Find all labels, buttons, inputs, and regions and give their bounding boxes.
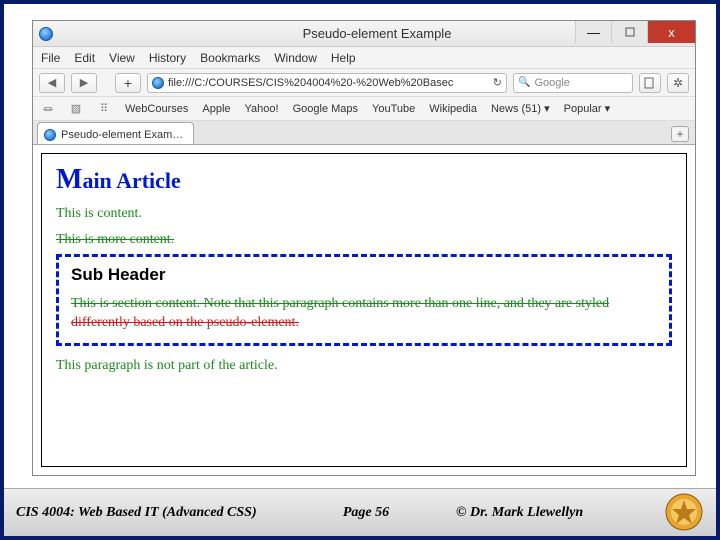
sub-heading: Sub Header <box>71 265 657 285</box>
page-viewport: Main Article This is content. This is mo… <box>33 145 695 475</box>
reader-icon[interactable]: ▧ <box>69 102 83 115</box>
paragraph-2: This is more content. <box>56 232 672 248</box>
bookmark-popular[interactable]: Popular ▾ <box>564 102 611 115</box>
heading-rest: ain Article <box>82 168 180 193</box>
url-bar[interactable]: file:///C:/COURSES/CIS%204004%20-%20Web%… <box>147 73 507 93</box>
url-text: file:///C:/COURSES/CIS%204004%20-%20Web%… <box>168 77 489 89</box>
menu-view[interactable]: View <box>109 51 135 65</box>
page-icon <box>644 77 656 89</box>
back-button[interactable] <box>39 73 65 93</box>
slide-frame: Pseudo-element Example — x File Edit Vie… <box>0 0 720 540</box>
slide-footer: CIS 4004: Web Based IT (Advanced CSS) Pa… <box>4 488 716 536</box>
paragraph-1: This is content. <box>56 206 672 222</box>
titlebar: Pseudo-element Example — x <box>33 21 695 47</box>
section-rest-line: differently based on the pseudo-element. <box>71 315 299 330</box>
section-box: Sub Header This is section content. Note… <box>56 254 672 346</box>
new-tab-button[interactable]: + <box>671 126 689 142</box>
menu-window[interactable]: Window <box>274 51 317 65</box>
maximize-button[interactable] <box>611 21 647 43</box>
tab-active[interactable]: Pseudo-element Exam… <box>37 122 194 144</box>
first-letter: M <box>56 164 82 195</box>
menu-help[interactable]: Help <box>331 51 356 65</box>
browser-window: Pseudo-element Example — x File Edit Vie… <box>32 20 696 476</box>
bookmark-yahoo[interactable]: Yahoo! <box>245 103 279 115</box>
page-menu-button[interactable] <box>639 73 661 93</box>
settings-button[interactable]: ✲ <box>667 73 689 93</box>
add-button[interactable] <box>115 73 141 93</box>
site-icon <box>152 77 164 89</box>
bookmark-wikipedia[interactable]: Wikipedia <box>429 103 477 115</box>
menu-bookmarks[interactable]: Bookmarks <box>200 51 260 65</box>
window-controls: — x <box>575 21 695 43</box>
page-body: Main Article This is content. This is mo… <box>41 153 687 467</box>
top-sites-icon[interactable]: ⠿ <box>97 102 111 115</box>
menu-file[interactable]: File <box>41 51 60 65</box>
close-button[interactable]: x <box>647 21 695 43</box>
minimize-button[interactable]: — <box>575 21 611 43</box>
menu-history[interactable]: History <box>149 51 186 65</box>
footer-page: Page 56 <box>296 505 436 521</box>
search-bar[interactable]: 🔍 Google <box>513 73 633 93</box>
nav-toolbar: file:///C:/COURSES/CIS%204004%20-%20Web%… <box>33 69 695 97</box>
forward-button[interactable] <box>71 73 97 93</box>
paragraph-outside: This paragraph is not part of the articl… <box>56 358 672 374</box>
gear-icon: ✲ <box>673 76 683 90</box>
bookmark-google-maps[interactable]: Google Maps <box>293 103 358 115</box>
bookmark-apple[interactable]: Apple <box>202 103 230 115</box>
maximize-icon <box>625 27 635 37</box>
section-first-line: This is section content. Note that this … <box>71 296 609 311</box>
reload-icon[interactable]: ↻ <box>493 76 502 89</box>
bookmark-news[interactable]: News (51) ▾ <box>491 102 550 115</box>
bookmarks-bar: ⏛ ▧ ⠿ WebCourses Apple Yahoo! Google Map… <box>33 97 695 121</box>
section-paragraph: This is section content. Note that this … <box>71 295 657 333</box>
app-icon <box>39 27 53 41</box>
tab-label: Pseudo-element Exam… <box>61 129 183 141</box>
menu-edit[interactable]: Edit <box>74 51 95 65</box>
article-heading: Main Article <box>56 164 672 196</box>
bookmark-webcourses[interactable]: WebCourses <box>125 103 188 115</box>
sidebar-toggle-icon[interactable]: ⏛ <box>41 101 55 117</box>
tab-strip: Pseudo-element Exam… + <box>33 121 695 145</box>
bookmark-youtube[interactable]: YouTube <box>372 103 415 115</box>
search-placeholder: Google <box>534 77 569 89</box>
tab-favicon <box>44 129 56 141</box>
ucf-crest-icon <box>658 490 710 534</box>
footer-course: CIS 4004: Web Based IT (Advanced CSS) <box>16 505 296 521</box>
menu-bar: File Edit View History Bookmarks Window … <box>33 47 695 69</box>
search-icon: 🔍 <box>518 77 530 88</box>
